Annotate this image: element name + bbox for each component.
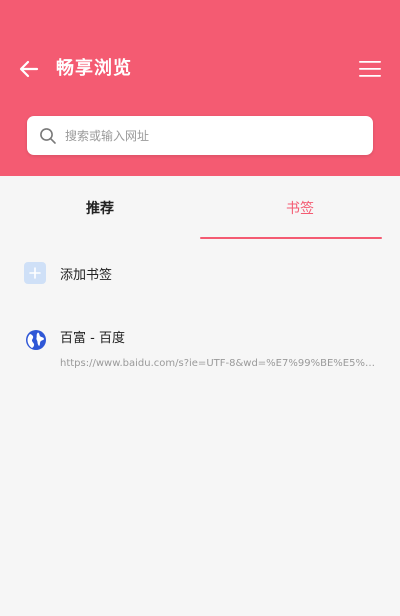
tab-bookmarks[interactable]: 书签: [200, 176, 400, 240]
arrow-left-icon: [19, 60, 39, 78]
add-bookmark-button[interactable]: 添加书签: [0, 252, 400, 294]
menu-button[interactable]: [356, 56, 384, 82]
search-bar[interactable]: [27, 116, 373, 155]
search-icon: [40, 127, 56, 144]
bookmark-url: https://www.baidu.com/s?ie=UTF-8&wd=%E7%…: [60, 358, 376, 369]
back-button[interactable]: [16, 56, 42, 82]
plus-icon: [24, 262, 46, 284]
bookmark-title: 百富 - 百度: [60, 331, 125, 346]
add-bookmark-label: 添加书签: [60, 267, 113, 283]
search-input[interactable]: [65, 120, 345, 151]
active-tab-indicator: [200, 237, 382, 239]
tab-bar: 推荐 书签: [0, 176, 400, 242]
globe-icon: [26, 330, 46, 350]
app-header: 畅享浏览: [0, 0, 400, 176]
page-title: 畅享浏览: [56, 58, 132, 79]
hamburger-menu-icon: [359, 61, 381, 77]
tab-recommend[interactable]: 推荐: [0, 176, 200, 240]
bookmark-item[interactable]: 百富 - 百度 https://www.baidu.com/s?ie=UTF-8…: [0, 318, 400, 378]
